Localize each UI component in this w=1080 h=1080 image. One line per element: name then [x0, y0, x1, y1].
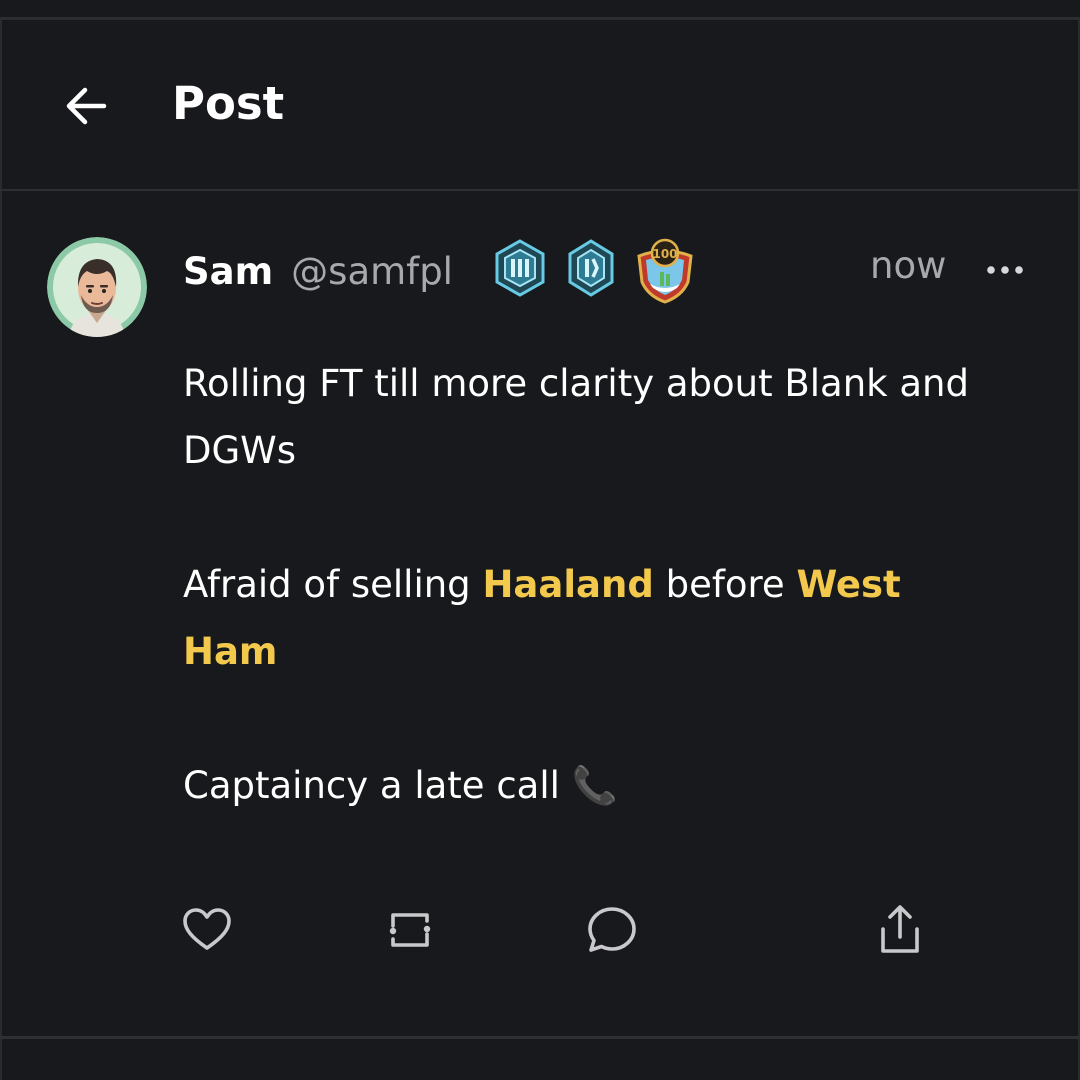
hexagon-badge-icon[interactable]: [566, 238, 616, 298]
post-timestamp: now: [870, 244, 947, 287]
bottom-divider: [0, 1036, 1080, 1039]
svg-text:100: 100: [652, 247, 677, 261]
telephone-emoji-icon: 📞: [571, 764, 618, 807]
author-name[interactable]: Sam: [183, 250, 273, 293]
back-button[interactable]: [60, 80, 112, 132]
speech-bubble-icon: [588, 907, 636, 952]
post-text: before: [653, 563, 797, 606]
author-handle[interactable]: @samfpl: [291, 250, 453, 293]
page-title: Post: [172, 77, 285, 130]
badge-row: 100: [492, 238, 702, 304]
repost-icon: [389, 913, 431, 947]
reply-button[interactable]: [582, 900, 642, 960]
post-text: Afraid of selling: [183, 563, 483, 606]
avatar[interactable]: [47, 237, 147, 337]
mention-link[interactable]: Haaland: [482, 563, 653, 606]
heart-icon: [183, 908, 231, 950]
share-button[interactable]: [870, 900, 930, 960]
app-screen: Post Sam @samfpl 100 now Rolling FT till…: [0, 0, 1080, 1080]
user-avatar-cartoon: [47, 237, 147, 337]
post-body: Rolling FT till more clarity about Blank…: [183, 350, 983, 819]
more-options-button[interactable]: [982, 252, 1028, 288]
arrow-left-icon: [66, 87, 107, 125]
post-paragraph: Captaincy a late call 📞: [183, 752, 983, 819]
action-bar: [0, 900, 1080, 960]
post-paragraph: Afraid of selling Haaland before West Ha…: [183, 551, 983, 685]
header-divider: [0, 189, 1080, 191]
header: Post: [0, 20, 1080, 189]
ellipsis-icon: [987, 266, 1023, 274]
shield-100-badge-icon[interactable]: 100: [634, 238, 696, 304]
repost-button[interactable]: [380, 900, 440, 960]
hexagon-badge-icon[interactable]: [492, 238, 548, 298]
like-button[interactable]: [177, 900, 237, 960]
post-paragraph: Rolling FT till more clarity about Blank…: [183, 362, 969, 472]
share-icon: [881, 905, 919, 953]
author-row: Sam @samfpl: [183, 240, 453, 302]
post-text: Captaincy a late call: [183, 764, 572, 807]
